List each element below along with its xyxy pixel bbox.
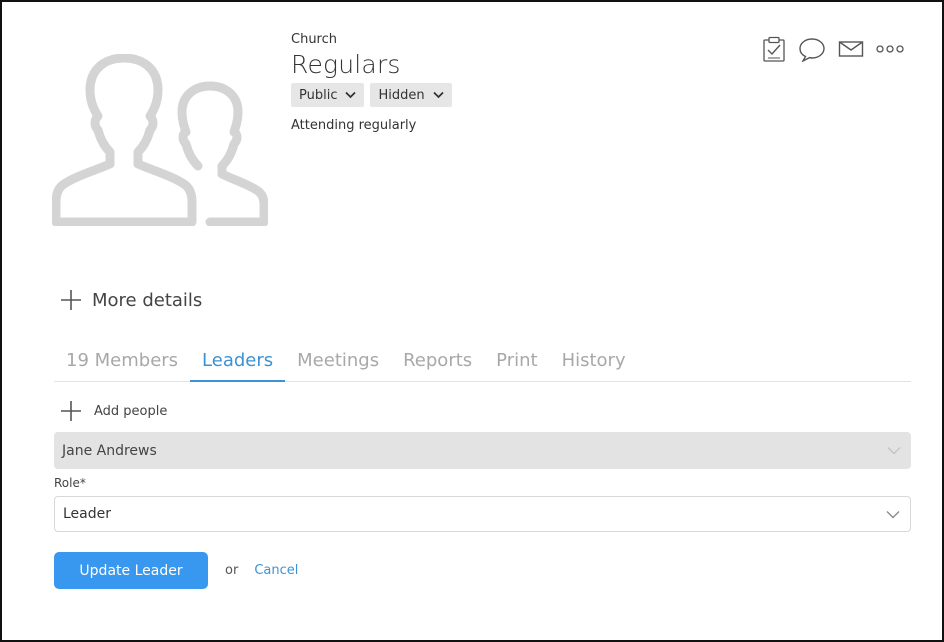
chevron-down-icon bbox=[432, 91, 444, 99]
clipboard-check-icon[interactable] bbox=[762, 36, 786, 62]
role-select-value: Leader bbox=[63, 506, 112, 522]
group-header: Church Regulars Public Hidden Attending … bbox=[291, 32, 452, 133]
tab-leaders[interactable]: Leaders bbox=[190, 346, 286, 382]
group-avatar-icon bbox=[51, 53, 269, 227]
more-details-toggle[interactable]: More details bbox=[60, 289, 202, 311]
form-actions: Update Leader or Cancel bbox=[54, 552, 298, 589]
chevron-down-icon bbox=[886, 510, 900, 518]
add-people-label: Add people bbox=[94, 403, 168, 419]
mail-icon[interactable] bbox=[838, 39, 864, 59]
tab-meetings[interactable]: Meetings bbox=[285, 346, 391, 382]
page-title: Regulars bbox=[291, 50, 401, 79]
update-leader-button[interactable]: Update Leader bbox=[54, 552, 208, 589]
group-description: Attending regularly bbox=[291, 118, 417, 133]
person-select[interactable]: Jane Andrews bbox=[54, 432, 911, 469]
listing-label: Hidden bbox=[378, 87, 425, 103]
add-people-button[interactable]: Add people bbox=[60, 400, 167, 422]
speech-bubble-icon[interactable] bbox=[798, 36, 826, 62]
or-text: or bbox=[225, 563, 239, 578]
plus-icon bbox=[61, 401, 81, 421]
group-page: Church Regulars Public Hidden Attending … bbox=[0, 0, 944, 642]
listing-dropdown[interactable]: Hidden bbox=[370, 83, 452, 107]
cancel-link[interactable]: Cancel bbox=[254, 563, 298, 578]
more-details-label: More details bbox=[92, 289, 203, 311]
chevron-down-icon bbox=[345, 91, 357, 99]
tab-members[interactable]: 19 Members bbox=[54, 346, 190, 382]
tab-history[interactable]: History bbox=[550, 346, 638, 382]
breadcrumb[interactable]: Church bbox=[291, 32, 452, 47]
role-select[interactable]: Leader bbox=[54, 496, 911, 532]
header-actions bbox=[762, 36, 904, 62]
visibility-label: Public bbox=[299, 87, 338, 103]
tab-print[interactable]: Print bbox=[484, 346, 549, 382]
plus-icon bbox=[61, 290, 81, 310]
tab-reports[interactable]: Reports bbox=[391, 346, 484, 382]
tab-bar: 19 Members Leaders Meetings Reports Prin… bbox=[54, 346, 911, 382]
role-label: Role* bbox=[54, 476, 86, 490]
visibility-dropdown[interactable]: Public bbox=[291, 83, 365, 107]
more-icon[interactable] bbox=[876, 44, 904, 54]
person-select-value: Jane Andrews bbox=[62, 442, 157, 459]
chevron-down-icon bbox=[887, 447, 901, 455]
